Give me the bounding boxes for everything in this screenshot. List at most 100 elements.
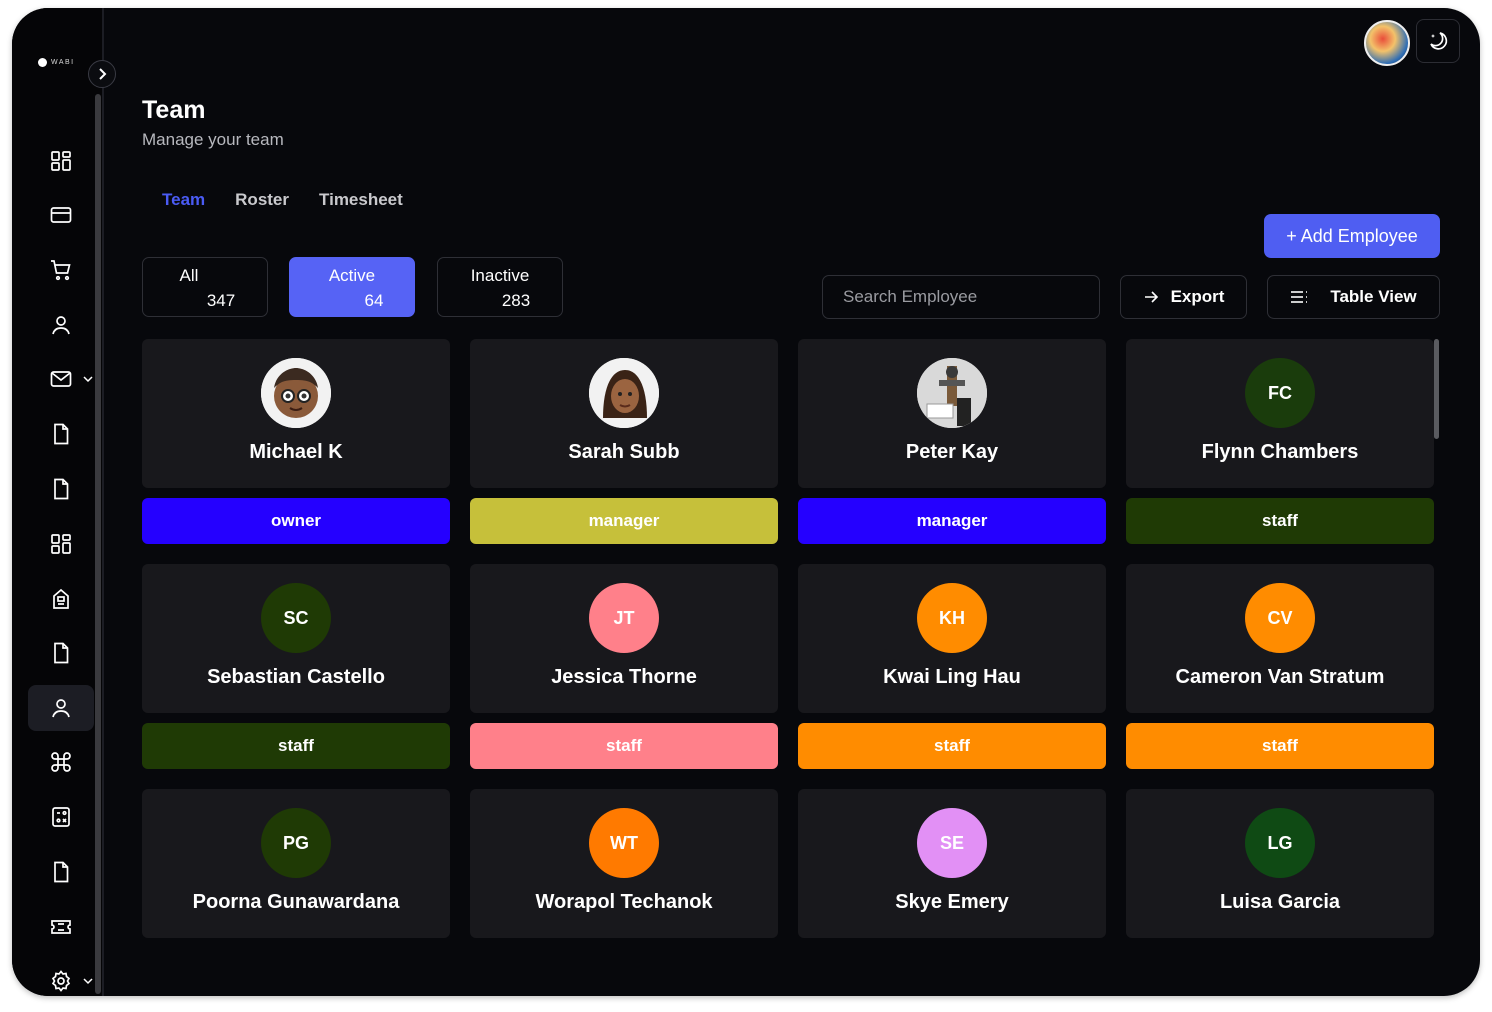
employee-card[interactable]: Sarah Subb: [470, 339, 778, 488]
dashboard-grid-icon: [51, 151, 71, 171]
role-badge: staff: [142, 723, 450, 769]
employee-avatar: SC: [261, 583, 331, 653]
sidebar-scrollbar[interactable]: [95, 94, 101, 994]
filter-label: All: [179, 266, 199, 285]
avatar-initials: SC: [283, 607, 309, 628]
cart-icon: [51, 260, 71, 281]
filter-count: 64: [364, 291, 384, 310]
employee-card[interactable]: JT Jessica Thorne: [470, 564, 778, 713]
employee-name: Jessica Thorne: [551, 666, 697, 688]
page-title: Team: [142, 96, 206, 124]
avatar-initials: KH: [939, 607, 965, 628]
filter-label: Inactive: [470, 266, 530, 285]
filter-all[interactable]: All 347: [142, 257, 268, 317]
employee-name: Sarah Subb: [568, 441, 680, 463]
employee-card[interactable]: WT Worapol Techanok: [470, 789, 778, 938]
employee-name: Sebastian Castello: [207, 666, 385, 688]
sidebar-item-apps[interactable]: [28, 521, 94, 567]
employee-avatar: FC: [1245, 358, 1315, 428]
tab-team[interactable]: Team: [162, 190, 205, 210]
sidebar-item-documents-1[interactable]: [28, 411, 94, 457]
employee-card[interactable]: CV Cameron Van Stratum: [1126, 564, 1434, 713]
role-badge: manager: [798, 498, 1106, 544]
employee-name: Poorna Gunawardana: [192, 891, 400, 913]
employee-card[interactable]: Peter Kay: [798, 339, 1106, 488]
document-icon: [54, 478, 69, 500]
moon-icon: [1430, 32, 1448, 50]
sidebar-item-documents-3[interactable]: [28, 630, 94, 676]
employee-name: Worapol Techanok: [535, 891, 713, 913]
arrow-right-icon: [1144, 291, 1158, 303]
employee-avatar: JT: [589, 583, 659, 653]
role-badge: staff: [1126, 498, 1434, 544]
export-label: Export: [1170, 287, 1225, 306]
employee-card[interactable]: SE Skye Emery: [798, 789, 1106, 938]
avatar-initials: SE: [939, 832, 964, 853]
tab-roster[interactable]: Roster: [235, 190, 289, 210]
sidebar-item-customers[interactable]: [28, 302, 94, 348]
sidebar-item-billing[interactable]: [28, 192, 94, 238]
employee-avatar: WT: [589, 808, 659, 878]
add-employee-button[interactable]: + Add Employee: [1264, 214, 1440, 258]
document-icon: [54, 861, 69, 883]
theme-toggle-button[interactable]: [1416, 19, 1460, 63]
employee-name: Kwai Ling Hau: [883, 666, 1021, 688]
employee-name: Cameron Van Stratum: [1175, 666, 1385, 688]
role-badge: staff: [470, 723, 778, 769]
sidebar-collapse-button[interactable]: [88, 60, 116, 88]
employee-avatar: PG: [261, 808, 331, 878]
search-input[interactable]: [822, 275, 1100, 319]
role-badge: staff: [798, 723, 1106, 769]
logo[interactable]: WABI: [38, 58, 75, 67]
employee-avatar: LG: [1245, 808, 1315, 878]
employee-avatar: KH: [917, 583, 987, 653]
user-avatar[interactable]: [1364, 20, 1410, 66]
sidebar-item-shortcuts[interactable]: [28, 739, 94, 785]
sidebar-item-documents-2[interactable]: [28, 466, 94, 512]
table-view-button[interactable]: Table View: [1267, 275, 1440, 319]
mail-icon: [50, 371, 72, 387]
employee-card[interactable]: PG Poorna Gunawardana: [142, 789, 450, 938]
filter-label: Active: [328, 266, 376, 285]
sidebar-item-orders[interactable]: [28, 247, 94, 293]
table-view-label: Table View: [1330, 287, 1417, 306]
employee-avatar: [917, 358, 987, 428]
grid-scrollbar[interactable]: [1434, 339, 1439, 439]
command-icon: [51, 752, 71, 772]
export-button[interactable]: Export: [1120, 275, 1247, 319]
avatar-initials: FC: [1268, 382, 1292, 403]
chevron-down-icon[interactable]: [82, 373, 94, 385]
sidebar-item-tickets[interactable]: [28, 904, 94, 950]
filter-inactive[interactable]: Inactive 283: [437, 257, 563, 317]
logo-text: WABI: [51, 59, 75, 66]
employee-card[interactable]: KH Kwai Ling Hau: [798, 564, 1106, 713]
apps-grid-icon: [51, 534, 71, 554]
employee-card[interactable]: SC Sebastian Castello: [142, 564, 450, 713]
sidebar-item-documents-4[interactable]: [28, 849, 94, 895]
employee-name: Peter Kay: [905, 441, 999, 463]
employee-card[interactable]: FC Flynn Chambers: [1126, 339, 1434, 488]
document-icon: [54, 423, 69, 445]
gear-icon: [51, 970, 71, 992]
employee-avatar: [261, 358, 331, 428]
filter-count: 283: [501, 291, 531, 310]
credit-card-icon: [50, 207, 72, 223]
sidebar-item-team[interactable]: [28, 685, 94, 731]
role-badge: staff: [1126, 723, 1434, 769]
tab-timesheet[interactable]: Timesheet: [319, 190, 403, 210]
chevron-down-icon[interactable]: [82, 975, 94, 987]
calculator-icon: [52, 807, 70, 827]
employee-card[interactable]: Michael K: [142, 339, 450, 488]
page-subtitle: Manage your team: [142, 130, 284, 149]
employee-name: Flynn Chambers: [1201, 441, 1359, 463]
document-icon: [54, 642, 69, 664]
sidebar: WABI: [12, 8, 104, 996]
employee-card[interactable]: LG Luisa Garcia: [1126, 789, 1434, 938]
app-window: WABI Team Manage your team Team Roster T…: [12, 8, 1480, 996]
sidebar-item-dashboard[interactable]: [28, 138, 94, 184]
chevron-right-icon: [99, 68, 107, 80]
sidebar-item-calculator[interactable]: [28, 794, 94, 840]
sidebar-item-locations[interactable]: [28, 576, 94, 622]
filter-count: 347: [206, 291, 236, 310]
filter-active[interactable]: Active 64: [289, 257, 415, 317]
